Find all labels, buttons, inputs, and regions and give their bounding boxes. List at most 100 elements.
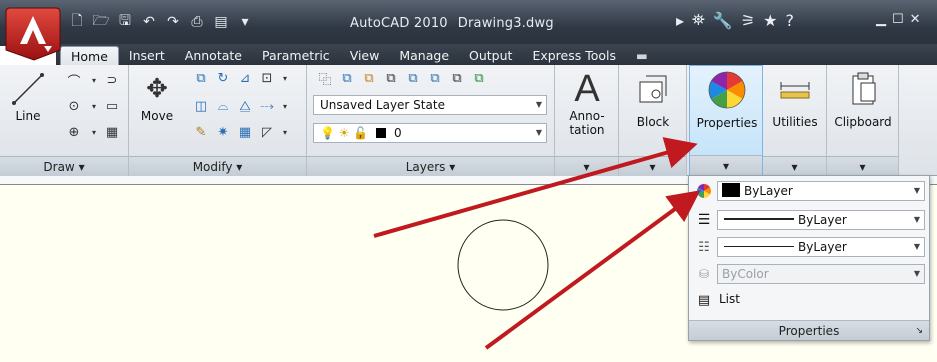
rectangle-icon[interactable]: ▭: [102, 97, 122, 115]
arc-icon[interactable]: ⊃: [102, 71, 122, 89]
lineweight-value: ByLayer: [798, 213, 847, 227]
plotstyle-value: ByColor: [722, 267, 769, 281]
modify-panel-label[interactable]: Modify ▾: [129, 156, 306, 176]
properties-button[interactable]: Properties: [694, 70, 760, 130]
autocad-logo-icon: [5, 7, 61, 61]
explode-icon[interactable]: ✷: [213, 123, 233, 141]
publish-icon[interactable]: ▤: [212, 13, 230, 31]
expand-icon[interactable]: ▸: [676, 11, 684, 30]
annotation-panel-arrow[interactable]: ▾: [555, 156, 618, 176]
lineweight-dropdown[interactable]: ByLayer ▼: [717, 210, 925, 230]
polyline-icon[interactable]: ⌒: [64, 71, 84, 90]
modify-dropdown-3-icon[interactable]: ▾: [275, 123, 295, 141]
color-wheel-small-icon: [695, 182, 713, 200]
hatch-icon[interactable]: ▦: [102, 123, 122, 141]
circle-dropdown-icon[interactable]: ▾: [84, 97, 104, 115]
line-button[interactable]: Line: [6, 69, 50, 123]
clipboard-icon: [852, 72, 876, 105]
tab-parametric[interactable]: Parametric: [252, 46, 340, 66]
favorites-icon[interactable]: ★: [763, 11, 777, 30]
layer-dropdown[interactable]: 💡 ☀ 🔓 0 ▼: [313, 123, 547, 143]
ribbon-toggle-icon[interactable]: ▬: [626, 46, 658, 66]
layer-previous-icon[interactable]: ⧉: [447, 69, 467, 87]
modify-dropdown-1-icon[interactable]: ▾: [275, 69, 295, 87]
draw-panel-label[interactable]: Draw ▾: [0, 156, 128, 176]
offset-icon[interactable]: ⤏: [257, 97, 277, 115]
chevron-down-icon: ▼: [535, 128, 542, 137]
stretch-icon[interactable]: ◫: [191, 97, 211, 115]
circle-icon[interactable]: ⊙: [64, 97, 84, 115]
properties-panel: Properties ▾: [689, 65, 763, 176]
help-icon[interactable]: ?: [785, 11, 794, 30]
tab-annotate[interactable]: Annotate: [175, 46, 252, 66]
extend-icon[interactable]: ⊡: [257, 69, 277, 87]
tab-output[interactable]: Output: [459, 46, 522, 66]
properties-panel-arrow[interactable]: ▾: [690, 155, 762, 175]
qat-menu-icon[interactable]: ▾: [236, 13, 254, 31]
open-icon[interactable]: 🗁: [92, 13, 110, 31]
tab-express-tools[interactable]: Express Tools: [522, 46, 626, 66]
rotate-icon[interactable]: ↻: [213, 69, 233, 87]
save-icon[interactable]: 🖫: [116, 13, 134, 31]
layer-walk-icon[interactable]: ⧉: [469, 69, 489, 87]
tab-insert[interactable]: Insert: [119, 46, 175, 66]
undo-icon[interactable]: ↶: [140, 13, 158, 31]
layer-properties-icon[interactable]: ⿻: [315, 69, 335, 88]
block-panel-arrow[interactable]: ▾: [619, 156, 686, 176]
clipboard-button[interactable]: Clipboard: [829, 69, 897, 129]
modify-dropdown-2-icon[interactable]: ▾: [275, 97, 295, 115]
erase-icon[interactable]: ✎: [191, 123, 211, 141]
color-dropdown[interactable]: ByLayer ▼: [717, 181, 925, 201]
linetype-dropdown[interactable]: ByLayer ▼: [717, 237, 925, 257]
ellipse-icon[interactable]: ⊕: [64, 123, 84, 141]
fillet-icon[interactable]: ⌓: [213, 97, 233, 115]
trim-icon[interactable]: ⊿: [235, 69, 255, 87]
copy-icon[interactable]: ⧉: [191, 69, 211, 87]
utilities-panel-arrow[interactable]: ▾: [763, 156, 826, 176]
dialog-launcher-icon[interactable]: ↘: [915, 321, 923, 341]
layer-lock-icon[interactable]: ⧉: [403, 69, 423, 87]
new-icon[interactable]: 🗋: [68, 13, 86, 31]
tab-manage[interactable]: Manage: [389, 46, 459, 66]
binoculars-icon[interactable]: ⛯: [692, 10, 705, 30]
layers-panel-label[interactable]: Layers ▾: [307, 156, 554, 176]
utilities-label: Utilities: [772, 115, 818, 129]
layer-freeze-icon[interactable]: ⧉: [381, 69, 401, 87]
minimize-icon[interactable]: ▁: [876, 12, 886, 27]
application-menu-button[interactable]: [4, 4, 62, 62]
properties-dropdown-panel: ByLayer ▼ ☰ ByLayer ▼ ☷ ByLayer ▼ ⛁ ByColor…: [688, 175, 930, 341]
mirror-icon[interactable]: ⧋: [235, 97, 255, 115]
layer-value: 0: [393, 126, 402, 140]
wrench-icon[interactable]: 🔧: [713, 11, 733, 30]
ellipse-dropdown-icon[interactable]: ▾: [84, 123, 104, 141]
clipboard-label: Clipboard: [834, 115, 892, 129]
close-icon[interactable]: ✕: [910, 12, 921, 27]
text-a-icon: A: [574, 67, 600, 110]
utilities-button[interactable]: Utilities: [765, 69, 825, 129]
array-icon[interactable]: ▦: [235, 123, 255, 141]
tab-home[interactable]: Home: [60, 46, 119, 66]
redo-icon[interactable]: ↷: [164, 13, 182, 31]
layer-off-icon[interactable]: ⧉: [359, 69, 379, 87]
quick-access-toolbar: 🗋 🗁 🖫 ↶ ↷ ⎙ ▤ ▾: [68, 10, 254, 34]
block-label: Block: [636, 115, 670, 129]
list-row[interactable]: ▤ List: [693, 289, 927, 311]
layer-isolate-icon[interactable]: ⧉: [337, 69, 357, 87]
plot-icon[interactable]: ⎙: [188, 13, 206, 31]
modify-panel: ✥ Move ⧉ ↻ ⊿ ⊡ ▾ ◫ ⌓ ⧋ ⤏ ▾ ✎ ✷ ▦ ◸ ▾ Mod…: [129, 65, 307, 176]
annotation-button[interactable]: A Anno- tation: [559, 67, 615, 138]
tab-view[interactable]: View: [340, 46, 390, 66]
linetype-icon: ☷: [698, 239, 710, 255]
polyline-dropdown-icon[interactable]: ▾: [84, 71, 104, 89]
list-label: List: [719, 292, 740, 306]
maximize-icon[interactable]: ☐: [892, 12, 904, 27]
clipboard-panel-arrow[interactable]: ▾: [827, 156, 898, 176]
layer-state-dropdown[interactable]: Unsaved Layer State ▼: [313, 95, 547, 115]
color-value: ByLayer: [744, 184, 793, 198]
line-label: Line: [15, 109, 41, 123]
layer-match-icon[interactable]: ⧉: [425, 69, 445, 87]
chamfer-icon[interactable]: ◸: [257, 123, 277, 141]
block-button[interactable]: Block: [623, 69, 683, 129]
move-button[interactable]: ✥ Move: [137, 69, 177, 123]
comm-center-icon[interactable]: ⚞: [741, 11, 755, 30]
